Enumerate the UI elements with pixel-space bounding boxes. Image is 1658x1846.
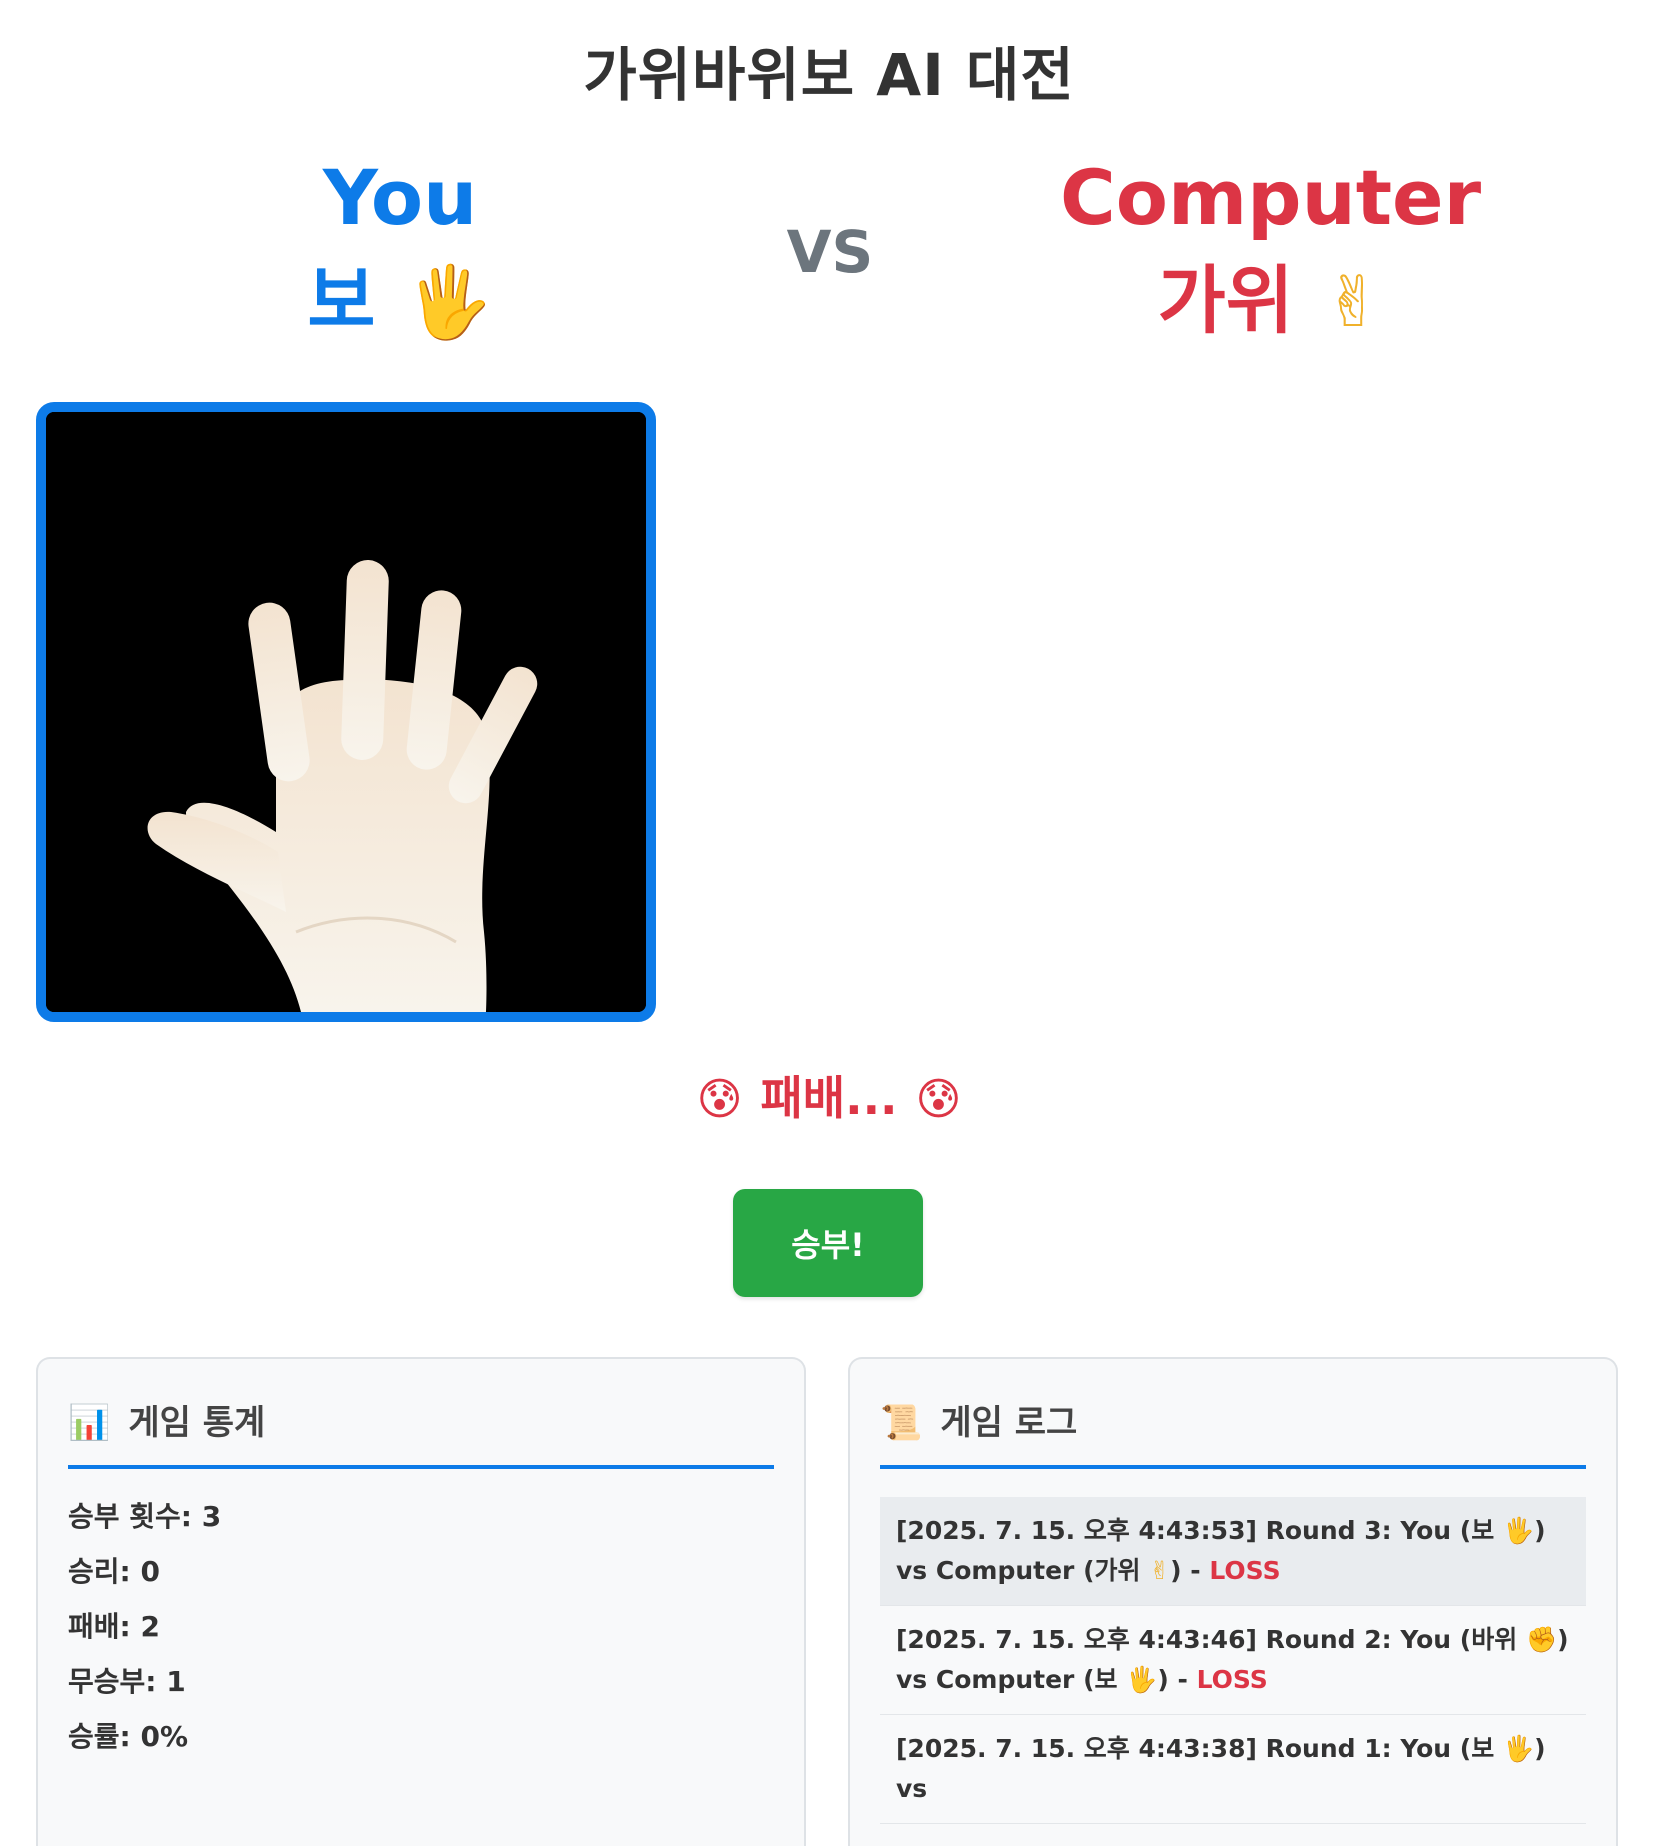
- stats-header: 📊 게임 통계: [68, 1395, 774, 1469]
- log-title: 게임 로그: [940, 1403, 1078, 1443]
- page-title: 가위바위보 AI 대전: [583, 41, 1075, 109]
- player-choice: 보 🖐: [230, 246, 570, 357]
- computer-choice-label: 가위: [1157, 258, 1294, 344]
- log-entry-text: [2025. 7. 15. 오후 4:43:53] Round 3: You (…: [896, 1516, 1503, 1545]
- computer-choice: 가위 ✌: [1060, 246, 1480, 357]
- scroll-icon: 📜: [880, 1403, 923, 1443]
- log-entry: [2025. 7. 15. 오후 4:43:46] Round 2: You (…: [880, 1606, 1586, 1715]
- computer-name: Computer: [1060, 153, 1482, 242]
- log-entry-text: ) -: [1170, 1556, 1210, 1585]
- stats-title: 게임 통계: [128, 1403, 266, 1443]
- log-entry-text: [2025. 7. 15. 오후 4:43:46] Round 2: You (…: [896, 1625, 1526, 1654]
- stats-panel: 📊 게임 통계 승부 횟수: 3 승리: 0 패배: 2 무승부: 1 승률: 0…: [36, 1357, 806, 1846]
- stats-list: 승부 횟수: 3 승리: 0 패배: 2 무승부: 1 승률: 0%: [68, 1497, 774, 1772]
- anxious-face-icon: 😰: [915, 1074, 962, 1125]
- log-list[interactable]: [2025. 7. 15. 오후 4:43:53] Round 3: You (…: [880, 1497, 1586, 1824]
- result-message: 😰 패배... 😰: [0, 1068, 1658, 1130]
- open-hand-icon: 🖐: [1502, 1516, 1535, 1545]
- player-name: You: [322, 153, 478, 242]
- log-entry: [2025. 7. 15. 오후 4:43:53] Round 3: You (…: [880, 1497, 1586, 1606]
- raised-fist-icon: ✊: [1525, 1625, 1558, 1654]
- stat-total-games: 승부 횟수: 3: [68, 1500, 222, 1533]
- log-entry-text: ) -: [1157, 1665, 1197, 1694]
- log-entry-text: [2025. 7. 15. 오후 4:43:38] Round 1: You (…: [896, 1734, 1503, 1763]
- anxious-face-icon: 😰: [696, 1074, 743, 1125]
- open-hand-icon: 🖐: [1126, 1665, 1158, 1694]
- log-result: LOSS: [1209, 1556, 1281, 1585]
- stat-wins: 승리: 0: [68, 1555, 160, 1588]
- stat-win-rate: 승률: 0%: [68, 1720, 189, 1753]
- open-hand-webcam-image: [46, 412, 646, 1012]
- open-hand-icon: 🖐: [405, 261, 493, 343]
- open-hand-icon: 🖐: [1502, 1734, 1535, 1763]
- player-panel: You 보 🖐: [230, 152, 570, 357]
- stat-draws: 무승부: 1: [68, 1665, 186, 1698]
- bar-chart-icon: 📊: [68, 1403, 111, 1443]
- vs-label: VS: [786, 218, 874, 286]
- webcam-feed: [36, 402, 656, 1022]
- log-panel: 📜 게임 로그 [2025. 7. 15. 오후 4:43:53] Round 3…: [848, 1357, 1618, 1846]
- victory-hand-icon: ✌: [1323, 261, 1383, 343]
- log-entry: [2025. 7. 15. 오후 4:43:38] Round 1: You (…: [880, 1715, 1586, 1824]
- log-result: LOSS: [1196, 1665, 1268, 1694]
- stat-losses: 패배: 2: [68, 1610, 160, 1643]
- victory-hand-icon: ✌: [1149, 1556, 1171, 1585]
- player-choice-label: 보: [307, 258, 376, 344]
- log-header: 📜 게임 로그: [880, 1395, 1586, 1469]
- play-button[interactable]: 승부!: [733, 1189, 923, 1297]
- computer-panel: Computer 가위 ✌: [1060, 152, 1482, 357]
- result-label: 패배...: [760, 1071, 898, 1125]
